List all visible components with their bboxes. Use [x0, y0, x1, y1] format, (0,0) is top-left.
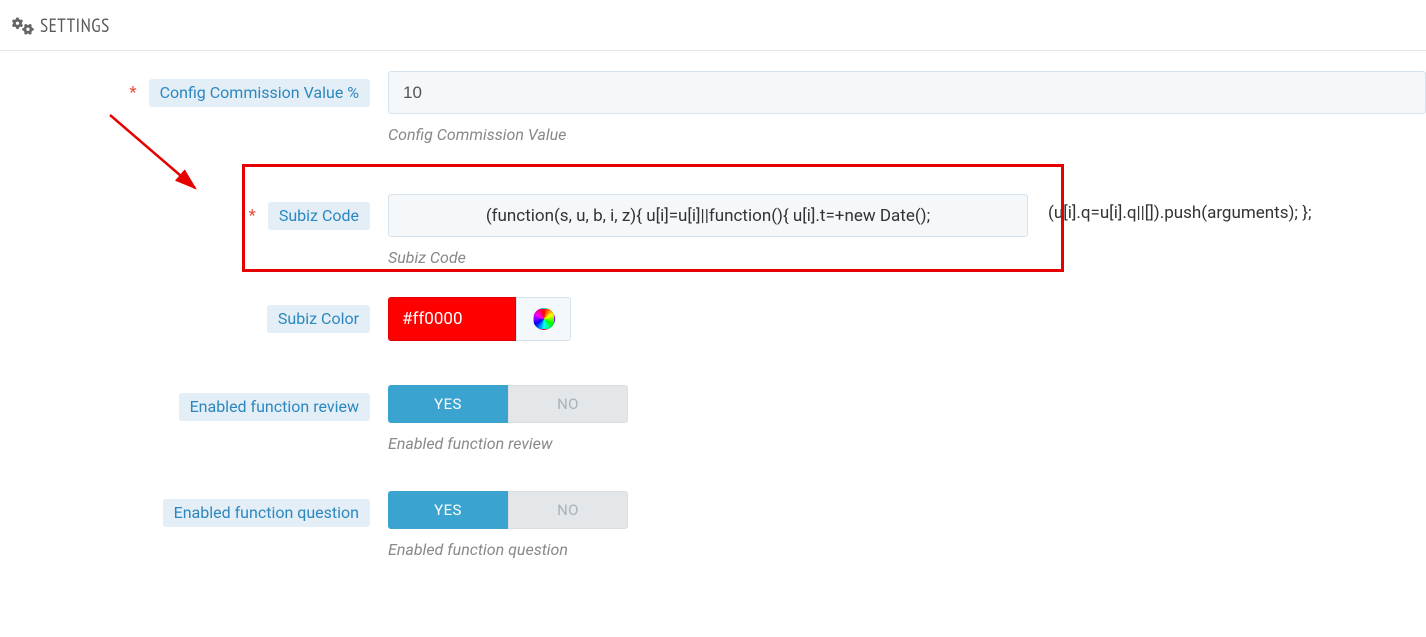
review-toggle: YES NO: [388, 385, 628, 423]
label-col: * Config Commission Value %: [0, 71, 388, 107]
color-picker-button[interactable]: [516, 297, 571, 341]
input-col: (u[i].q=u[i].q||[]).push(arguments); }; …: [388, 194, 1426, 267]
enabled-review-label: Enabled function review: [179, 393, 370, 421]
page-header: SETTINGS: [0, 0, 1426, 51]
label-col: Subiz Color: [0, 297, 388, 333]
row-enabled-question: Enabled function question YES NO Enabled…: [0, 491, 1426, 559]
question-yes-button[interactable]: YES: [388, 491, 508, 529]
input-col: YES NO Enabled function question: [388, 491, 1426, 559]
row-subiz-code: * Subiz Code (u[i].q=u[i].q||[]).push(ar…: [0, 180, 1426, 267]
row-enabled-review: Enabled function review YES NO Enabled f…: [0, 385, 1426, 453]
row-subiz-color: Subiz Color #ff0000: [0, 297, 1426, 341]
question-no-button[interactable]: NO: [508, 491, 628, 529]
subiz-color-value: #ff0000: [388, 297, 516, 341]
subiz-code-help: Subiz Code: [388, 248, 1426, 267]
enabled-question-help: Enabled function question: [388, 540, 1426, 559]
input-col: Config Commission Value: [388, 71, 1426, 144]
commission-label: Config Commission Value %: [149, 79, 370, 107]
commission-help: Config Commission Value: [388, 125, 1426, 144]
subiz-code-input[interactable]: [388, 194, 1028, 237]
enabled-review-help: Enabled function review: [388, 434, 1426, 453]
subiz-code-label: Subiz Code: [268, 202, 370, 230]
review-no-button[interactable]: NO: [508, 385, 628, 423]
label-col: * Subiz Code: [0, 194, 388, 230]
review-yes-button[interactable]: YES: [388, 385, 508, 423]
required-indicator: *: [129, 83, 136, 103]
label-col: Enabled function question: [0, 491, 388, 527]
row-commission: * Config Commission Value % Config Commi…: [0, 71, 1426, 144]
question-toggle: YES NO: [388, 491, 628, 529]
page-title: SETTINGS: [40, 14, 110, 38]
input-col: #ff0000: [388, 297, 1426, 341]
subiz-color-label: Subiz Color: [267, 305, 370, 333]
required-indicator: *: [249, 206, 256, 226]
color-wheel-icon: [533, 308, 555, 330]
gears-icon: [12, 17, 34, 35]
commission-input[interactable]: [388, 71, 1426, 114]
enabled-question-label: Enabled function question: [163, 499, 370, 527]
settings-form: * Config Commission Value % Config Commi…: [0, 51, 1426, 637]
label-col: Enabled function review: [0, 385, 388, 421]
subiz-code-trailing-text: (u[i].q=u[i].q||[]).push(arguments); };: [1028, 194, 1312, 223]
input-col: YES NO Enabled function review: [388, 385, 1426, 453]
